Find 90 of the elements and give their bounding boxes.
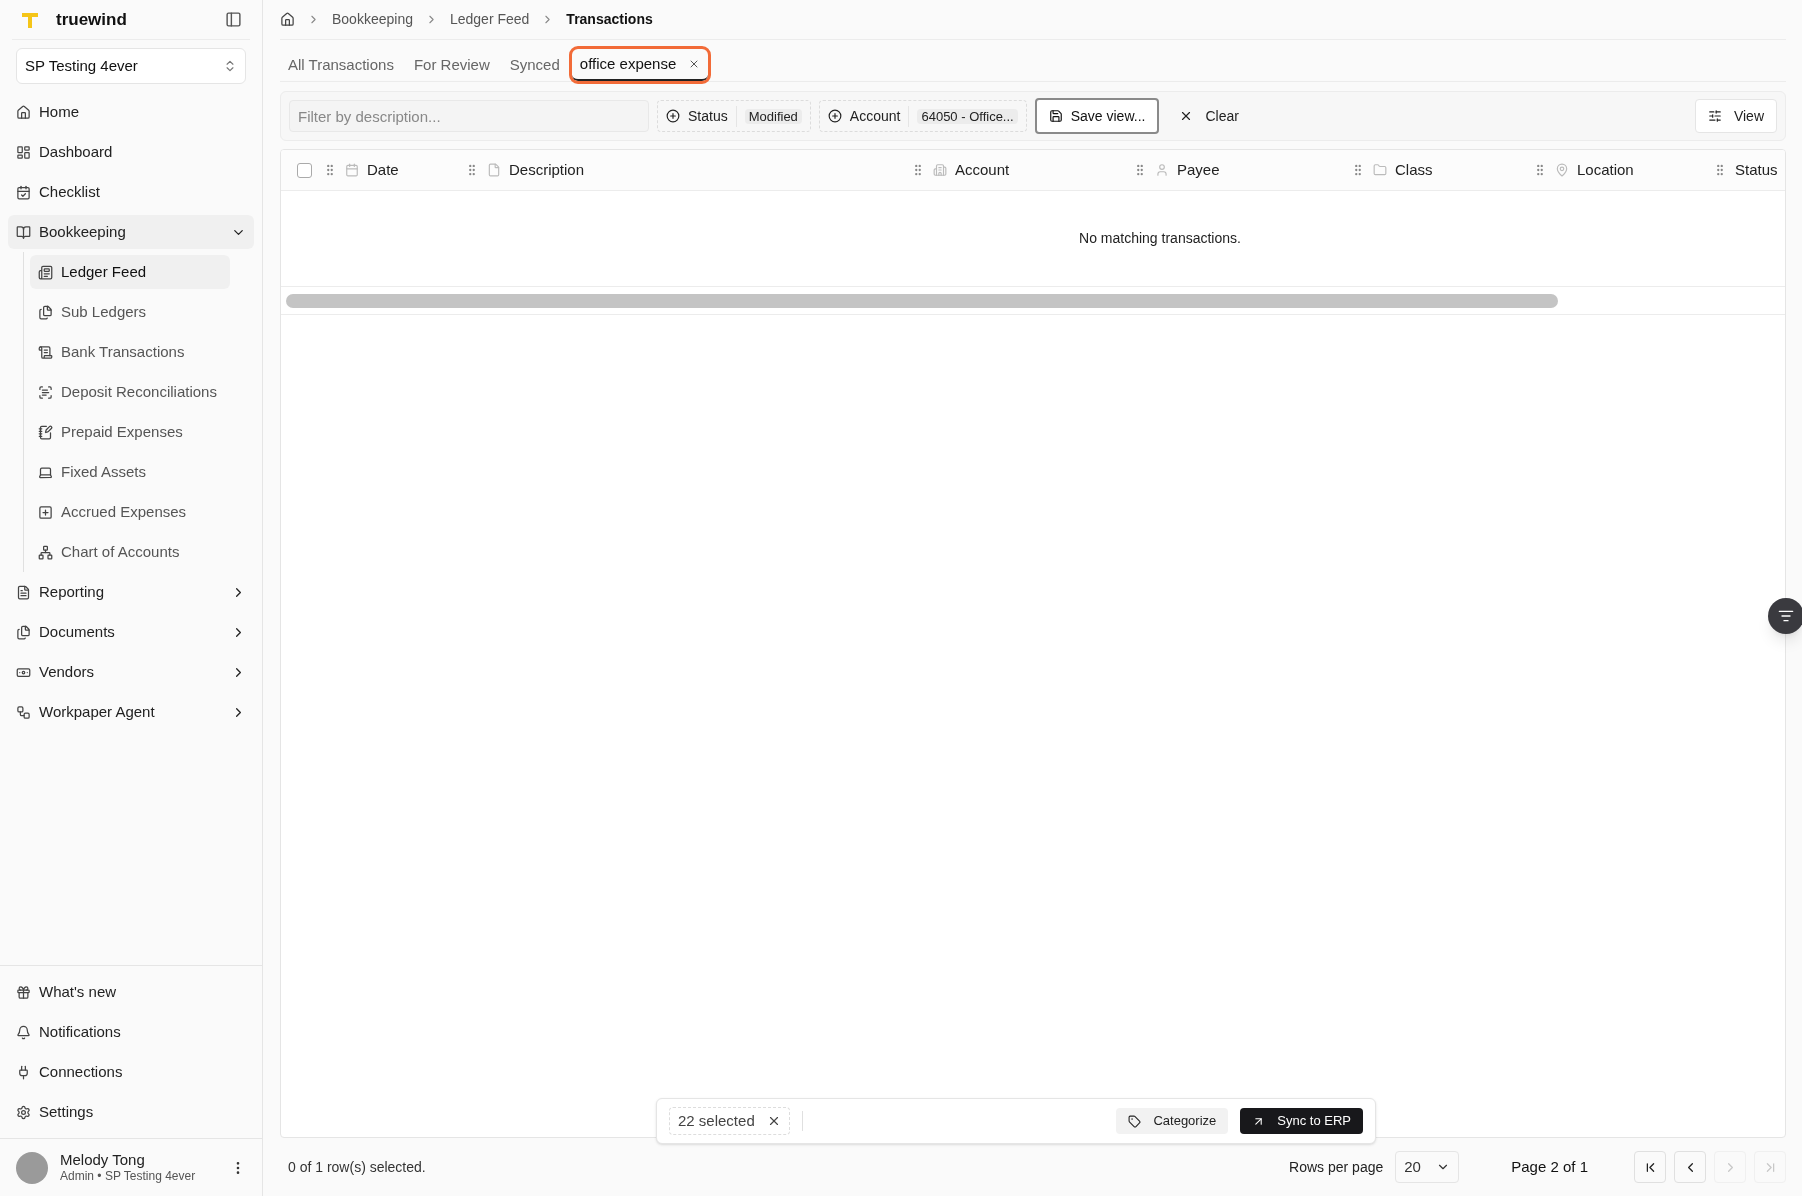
tab[interactable]: office expense [571, 49, 709, 81]
filter-input[interactable]: Filter by description... [289, 100, 649, 132]
home-icon[interactable] [280, 12, 295, 27]
rows-per-page-select[interactable]: 20 [1395, 1151, 1460, 1183]
nav-icon [38, 544, 53, 560]
categorize-button[interactable]: Categorize [1116, 1108, 1229, 1134]
nav-icon [38, 384, 53, 400]
nav-icon [38, 464, 53, 480]
pagination-button[interactable] [1634, 1151, 1666, 1183]
user-role: Admin • SP Testing 4ever [60, 1169, 197, 1185]
nav-icon [16, 184, 31, 200]
organization-select[interactable]: SP Testing 4ever [16, 48, 246, 84]
tab[interactable]: All Transactions [280, 49, 402, 81]
tab[interactable]: Synced [501, 49, 568, 81]
page-indicator: Page 2 of 1 [1511, 1156, 1588, 1177]
nav-subitem[interactable]: Bank Transactions [30, 335, 230, 369]
nav-icon [16, 704, 31, 720]
nav-icon [16, 624, 31, 640]
column-header[interactable]: Date [367, 158, 399, 182]
nav-subitem[interactable]: Ledger Feed [30, 255, 230, 289]
nav-icon [16, 584, 31, 600]
breadcrumb-item[interactable]: Ledger Feed [449, 9, 530, 30]
nav-icon [38, 344, 53, 360]
save-view-button[interactable]: Save view... [1034, 98, 1160, 134]
column-header[interactable]: Status [1735, 158, 1778, 182]
column-icon [933, 163, 947, 177]
nav-icon [38, 304, 53, 320]
column-header[interactable]: Location [1577, 158, 1634, 182]
nav-item[interactable]: Connections [8, 1055, 254, 1089]
plus-circle-icon [827, 109, 842, 123]
plus-circle-icon [666, 109, 680, 123]
nav-item[interactable]: Settings [8, 1095, 254, 1129]
assistant-button[interactable] [1768, 598, 1802, 634]
breadcrumb-item: Transactions [566, 10, 653, 29]
nav-icon [38, 504, 53, 520]
nav-icon [16, 224, 31, 240]
column-header[interactable]: Payee [1177, 158, 1220, 182]
nav-icon [16, 1024, 31, 1040]
nav-item[interactable]: What's new [8, 975, 254, 1009]
nav-subitem[interactable]: Prepaid Expenses [30, 415, 230, 449]
column-icon [487, 163, 501, 177]
brand-name: truewind [56, 8, 127, 31]
nav-item[interactable]: Dashboard [8, 135, 254, 169]
column-icon [1373, 163, 1387, 177]
nav-item[interactable]: Vendors [8, 655, 254, 689]
nav-item[interactable]: Bookkeeping [8, 215, 254, 249]
nav-icon [16, 1104, 31, 1120]
nav-item[interactable]: Reporting [8, 575, 254, 609]
nav-item[interactable]: Home [8, 95, 254, 129]
sidebar-toggle-icon[interactable] [225, 11, 242, 28]
column-icon [1155, 163, 1169, 177]
nav-subitem[interactable]: Chart of Accounts [30, 535, 230, 569]
sync-button[interactable]: Sync to ERP [1240, 1108, 1363, 1134]
list-icon [1778, 608, 1794, 624]
nav-item[interactable]: Workpaper Agent [8, 695, 254, 729]
view-button[interactable]: View [1694, 99, 1777, 133]
select-all-checkbox[interactable] [296, 162, 312, 178]
avatar [16, 1151, 48, 1184]
nav-icon [38, 264, 53, 280]
nav-subitem[interactable]: Sub Ledgers [30, 295, 230, 329]
breadcrumb-item[interactable]: Bookkeeping [332, 9, 413, 30]
nav-item[interactable]: Checklist [8, 175, 254, 209]
nav-subitem[interactable]: Deposit Reconciliations [30, 375, 230, 409]
column-icon [1555, 163, 1569, 177]
filter-chip[interactable]: Status Modified [657, 100, 811, 132]
selection-count: 0 of 1 row(s) selected. [287, 1157, 427, 1177]
column-header[interactable]: Description [509, 158, 585, 182]
scrollbar-thumb[interactable] [286, 293, 1558, 308]
nav-subitem[interactable]: Accrued Expenses [30, 495, 230, 529]
nav-subitem[interactable]: Fixed Assets [30, 455, 230, 489]
user-name: Melody Tong [60, 1150, 146, 1170]
rows-per-page-label: Rows per page [1289, 1157, 1384, 1177]
sliders-icon [1707, 109, 1722, 123]
selection-chip[interactable]: 22 selected [669, 1107, 790, 1135]
nav-icon [16, 984, 31, 1000]
clear-button[interactable]: Clear [1167, 100, 1251, 132]
nav-icon [16, 104, 31, 120]
nav-item[interactable]: Notifications [8, 1015, 254, 1049]
empty-message: No matching transactions. [1079, 229, 1241, 248]
nav-icon [38, 424, 53, 440]
tab[interactable]: For Review [405, 49, 498, 81]
column-header[interactable]: Account [955, 158, 1010, 182]
nav-icon [16, 144, 31, 160]
nav-item[interactable]: Documents [8, 615, 254, 649]
column-header[interactable]: Class [1395, 158, 1433, 182]
column-icon [345, 163, 359, 177]
nav-icon [16, 1064, 31, 1080]
filter-chip[interactable]: Account 64050 - Office... [818, 100, 1027, 132]
tag-icon [1128, 1114, 1142, 1128]
save-icon [1048, 109, 1063, 123]
